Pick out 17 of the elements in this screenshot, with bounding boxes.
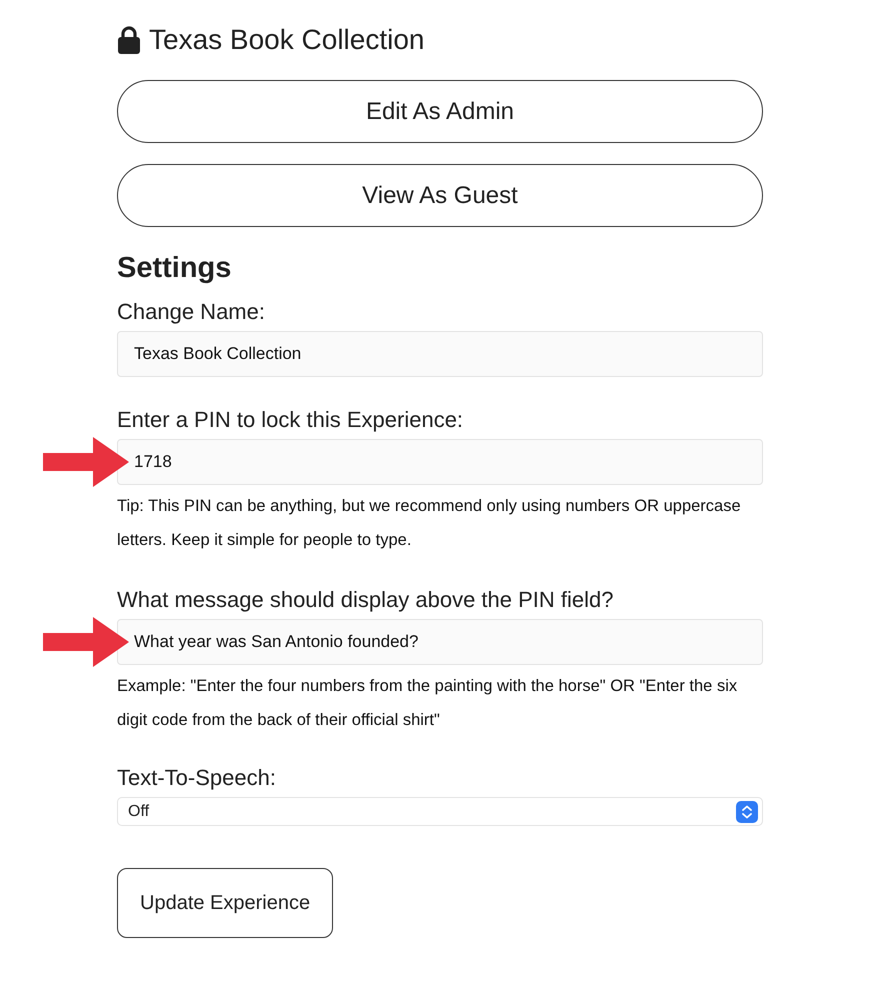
settings-heading: Settings xyxy=(117,252,232,285)
mode-button[interactable]: View As Guest xyxy=(117,164,763,227)
field-label: Enter a PIN to lock this Experience: xyxy=(117,407,464,433)
text-field[interactable]: What year was San Antonio founded? xyxy=(117,619,763,665)
mode-button[interactable]: Edit As Admin xyxy=(117,80,763,143)
text-field[interactable]: Texas Book Collection xyxy=(117,331,763,377)
help-text: Example: "Enter the four numbers from the painting with the horse" OR "Enter the six digit code from the back of their official shirt" xyxy=(117,676,738,731)
page-title: Texas Book Collection xyxy=(149,24,424,56)
text-field[interactable]: 1718 xyxy=(117,439,763,485)
help-text: Tip: This PIN can be anything, but we recommend only using numbers OR uppercase letters. Keep it simple for people to type. xyxy=(117,496,742,551)
chevron-updown-icon xyxy=(736,800,758,822)
lock-icon xyxy=(117,26,141,54)
field-label: What message should display above the PIN field? xyxy=(117,587,615,613)
field-label: Change Name: xyxy=(117,299,266,325)
field-label: Text-To-Speech: xyxy=(117,765,277,791)
select-field[interactable]: Off xyxy=(117,797,763,826)
update-button[interactable]: Update Experience xyxy=(117,868,334,938)
